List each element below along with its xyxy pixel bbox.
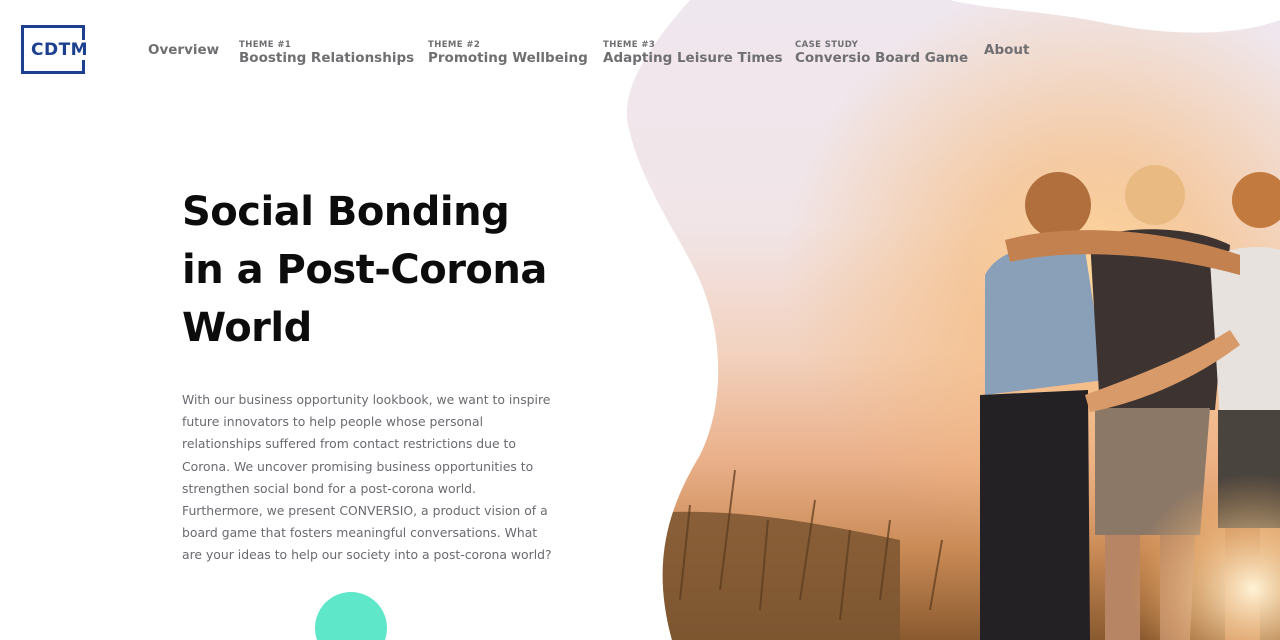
hero-title-line-3: World — [182, 305, 312, 351]
nav-theme-3[interactable]: THEME #3 Adapting Leisure Times — [603, 40, 783, 66]
hero-intro-text: With our business opportunity lookbook, … — [182, 392, 552, 563]
nav-case-study-label: Conversio Board Game — [795, 50, 969, 66]
nav-theme-3-kicker: THEME #3 — [603, 40, 656, 50]
hero-title-line-2: in a Post-Corona — [182, 247, 547, 293]
hero-title: Social Bonding in a Post-Corona World — [182, 183, 602, 357]
nav-theme-1[interactable]: THEME #1 Boosting Relationships — [239, 40, 414, 66]
nav-about[interactable]: About — [984, 42, 1029, 58]
nav-theme-3-label: Adapting Leisure Times — [603, 50, 783, 66]
nav-overview[interactable]: Overview — [148, 42, 219, 58]
nav-case-study[interactable]: CASE STUDY Conversio Board Game — [795, 40, 968, 66]
nav-theme-2-label: Promoting Wellbeing — [428, 50, 588, 66]
nav-theme-2[interactable]: THEME #2 Promoting Wellbeing — [428, 40, 588, 66]
nav-theme-1-kicker: THEME #1 — [239, 40, 292, 50]
hero-title-line-1: Social Bonding — [182, 189, 510, 235]
nav-theme-1-label: Boosting Relationships — [239, 50, 415, 66]
nav-theme-2-kicker: THEME #2 — [428, 40, 481, 50]
nav-case-study-kicker: CASE STUDY — [795, 40, 859, 50]
main-navigation: Overview THEME #1 Boosting Relationships… — [0, 0, 1280, 100]
